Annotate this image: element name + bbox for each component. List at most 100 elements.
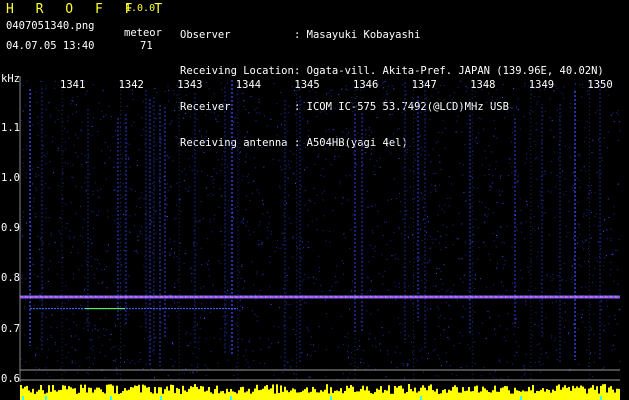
noise-speck — [569, 107, 571, 108]
noise-speck — [140, 231, 142, 232]
noise-speck — [489, 316, 491, 318]
noise-speck — [192, 155, 193, 157]
noise-speck — [308, 330, 310, 332]
noise-speck — [79, 235, 81, 237]
noise-speck — [587, 93, 589, 95]
noise-speck — [483, 367, 485, 369]
noise-speck — [55, 81, 57, 82]
noise-speck — [276, 247, 277, 249]
noise-speck — [566, 235, 568, 237]
noise-speck — [540, 371, 541, 373]
noise-speck — [501, 242, 503, 243]
noise-speck — [433, 350, 434, 352]
noise-speck — [83, 327, 84, 329]
noise-speck — [160, 322, 162, 324]
noise-speck — [385, 99, 387, 101]
noise-speck — [607, 305, 609, 307]
level-bar — [460, 392, 462, 400]
noise-speck — [599, 255, 601, 257]
noise-speck — [583, 248, 585, 250]
noise-speck — [474, 311, 476, 313]
noise-speck — [556, 275, 558, 277]
level-bar — [252, 391, 254, 400]
noise-speck — [70, 103, 72, 105]
noise-speck — [154, 87, 156, 89]
noise-speck — [263, 362, 265, 364]
noise-speck — [100, 188, 102, 190]
noise-speck — [124, 324, 126, 326]
noise-speck — [267, 230, 269, 232]
noise-speck — [57, 110, 59, 112]
noise-speck — [438, 155, 440, 156]
level-bar — [206, 390, 208, 400]
level-bar — [504, 386, 506, 400]
noise-speck — [484, 221, 486, 223]
noise-speck — [180, 210, 182, 212]
noise-speck — [38, 174, 40, 176]
noise-speck — [425, 287, 427, 289]
level-bar — [480, 391, 482, 400]
noise-speck — [398, 286, 400, 288]
noise-speck — [135, 250, 137, 252]
level-bar — [66, 389, 68, 400]
level-bar — [288, 392, 290, 400]
noise-speck — [216, 121, 218, 122]
noise-speck — [224, 277, 226, 279]
noise-speck — [370, 153, 372, 155]
noise-speck — [73, 321, 75, 323]
noise-speck — [221, 89, 223, 91]
level-bar — [136, 386, 138, 400]
noise-speck — [89, 173, 91, 175]
level-bar — [378, 389, 380, 400]
noise-speck — [472, 263, 474, 265]
level-bar — [456, 387, 458, 400]
noise-speck — [85, 190, 87, 192]
noise-speck — [21, 281, 23, 283]
level-bar — [508, 390, 510, 400]
level-bar — [76, 393, 78, 400]
noise-speck — [350, 229, 352, 231]
noise-speck — [536, 256, 538, 258]
level-bar — [296, 392, 298, 400]
noise-speck — [35, 372, 37, 374]
noise-speck — [212, 285, 214, 287]
noise-speck — [280, 166, 282, 168]
noise-speck — [441, 364, 442, 366]
noise-speck — [504, 260, 506, 262]
noise-speck — [110, 334, 112, 335]
noise-speck — [451, 98, 453, 100]
level-bar — [242, 386, 244, 400]
noise-speck — [197, 363, 199, 365]
noise-speck — [42, 313, 44, 315]
noise-speck — [287, 304, 289, 305]
noise-speck — [35, 173, 37, 175]
noise-speck — [94, 278, 96, 280]
noise-speck — [122, 196, 124, 198]
noise-speck — [443, 329, 445, 331]
noise-speck — [547, 357, 549, 359]
noise-speck — [244, 137, 245, 138]
noise-speck — [115, 360, 117, 362]
noise-speck — [269, 256, 271, 257]
noise-speck — [395, 286, 397, 288]
noise-speck — [484, 214, 486, 216]
noise-speck — [352, 111, 354, 112]
noise-speck — [185, 333, 187, 335]
noise-speck — [116, 165, 118, 167]
noise-speck — [383, 87, 385, 89]
noise-speck — [89, 322, 91, 324]
noise-speck — [241, 265, 243, 267]
noise-speck — [585, 170, 587, 172]
noise-speck — [588, 338, 590, 340]
noise-speck — [514, 220, 516, 222]
noise-speck — [113, 219, 115, 221]
noise-speck — [409, 260, 411, 262]
noise-speck — [569, 103, 571, 104]
level-bar — [582, 386, 584, 400]
noise-speck — [37, 116, 38, 118]
noise-speck — [196, 243, 198, 245]
noise-speck — [22, 216, 24, 218]
noise-speck — [451, 373, 453, 375]
noise-speck — [204, 317, 205, 319]
noise-speck — [459, 163, 461, 164]
